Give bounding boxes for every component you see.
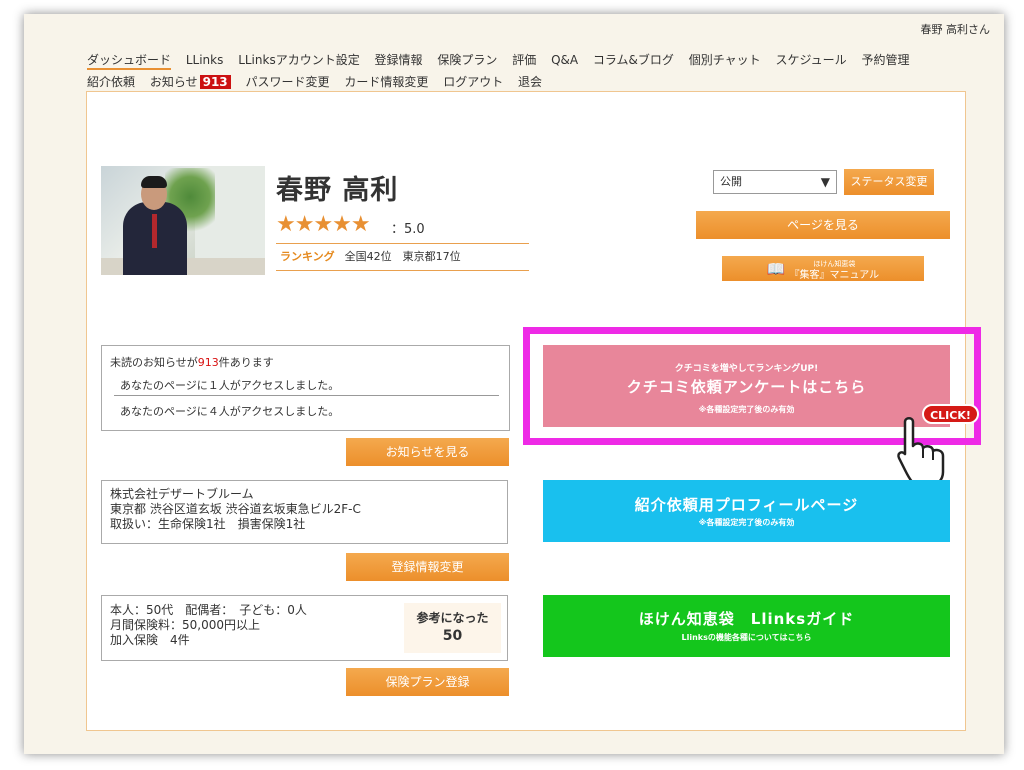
notice-suffix: 件あります bbox=[218, 356, 274, 369]
company-name: 株式会社デザートブルーム bbox=[110, 487, 254, 501]
review-main-text: クチコミ依頼アンケートはこちら bbox=[626, 378, 867, 396]
review-request-button[interactable]: クチコミを増やしてランキングUP! クチコミ依頼アンケートはこちら ※各種設定完… bbox=[543, 345, 950, 427]
nav-evaluation[interactable]: 評価 bbox=[512, 53, 536, 67]
divider bbox=[114, 395, 499, 396]
helpful-label: 参考になった bbox=[416, 611, 489, 625]
company-handling: 取扱い：生命保険1社 損害保険1社 bbox=[110, 517, 306, 531]
notice-summary: 未読のお知らせが913件あります bbox=[110, 354, 274, 370]
nav-insurance-plan[interactable]: 保険プラン bbox=[437, 53, 497, 67]
nav-llinks[interactable]: LLinks bbox=[186, 53, 224, 67]
nav-dashboard[interactable]: ダッシュボード bbox=[87, 53, 172, 70]
profile-name: 春野 高利 bbox=[276, 175, 399, 206]
book-icon: 📖 bbox=[766, 260, 786, 278]
helpful-badge: 参考になった 50 bbox=[404, 603, 501, 653]
main-nav: ダッシュボード LLinks LLinksアカウント設定 登録情報 保険プラン … bbox=[87, 52, 920, 70]
profile-photo bbox=[101, 166, 265, 275]
ranking-label: ランキング bbox=[280, 250, 335, 263]
rating-value: ：5.0 bbox=[391, 222, 425, 237]
plan-box: 本人：50代 配偶者： 子ども：0人 月間保険料：50,000円以上 加入保険 … bbox=[101, 595, 508, 661]
nav-notices-label: お知らせ bbox=[149, 75, 198, 89]
nav-referral[interactable]: 紹介依頼 bbox=[87, 75, 135, 89]
notice-prefix: 未読のお知らせが bbox=[110, 356, 198, 369]
review-top-text: クチコミを増やしてランキングUP! bbox=[674, 364, 819, 374]
helpful-count: 50 bbox=[442, 628, 463, 644]
view-notices-button[interactable]: お知らせを見る bbox=[346, 438, 509, 466]
nav-schedule[interactable]: スケジュール bbox=[775, 53, 846, 67]
click-badge: CLICK! bbox=[922, 404, 979, 424]
user-name: 春野 高利さん bbox=[920, 23, 991, 36]
referral-main-text: 紹介依頼用プロフィールページ bbox=[634, 496, 859, 514]
manual-button[interactable]: 📖 ほけん知恵袋『集客』マニュアル bbox=[722, 256, 924, 281]
manual-label: 『集客』マニュアル bbox=[789, 270, 880, 281]
nav-notices[interactable]: お知らせ 913 bbox=[150, 75, 231, 89]
nav-qa[interactable]: Q&A bbox=[551, 53, 578, 67]
company-info-box: 株式会社デザートブルーム 東京都 渋谷区道玄坂 渋谷道玄坂東急ビル2F-C 取扱… bbox=[101, 480, 508, 544]
nav-llinks-account[interactable]: LLinksアカウント設定 bbox=[238, 53, 360, 67]
edit-registration-button[interactable]: 登録情報変更 bbox=[346, 553, 509, 581]
nav-chat[interactable]: 個別チャット bbox=[689, 53, 761, 67]
company-address: 東京都 渋谷区道玄坂 渋谷道玄坂東急ビル2F-C bbox=[110, 502, 361, 516]
notice-item[interactable]: あなたのページに４人がアクセスしました。 bbox=[120, 403, 339, 419]
notice-box: 未読のお知らせが913件あります あなたのページに１人がアクセスしました。 あな… bbox=[101, 345, 510, 431]
main-nav-row2: 紹介依頼 お知らせ 913 パスワード変更 カード情報変更 ログアウト 退会 bbox=[87, 74, 553, 90]
nav-column-blog[interactable]: コラム&ブログ bbox=[593, 53, 674, 67]
ranking-bar: ランキング 全国42位 東京都17位 bbox=[276, 243, 529, 271]
nav-password[interactable]: パスワード変更 bbox=[246, 75, 330, 89]
notice-item[interactable]: あなたのページに１人がアクセスしました。 bbox=[120, 377, 339, 393]
guide-note: Llinksの機能各種についてはこちら bbox=[681, 633, 812, 642]
dropdown-arrow-icon: ▼ bbox=[820, 175, 830, 189]
nav-reservation[interactable]: 予約管理 bbox=[861, 53, 909, 67]
ranking-text: 全国42位 東京都17位 bbox=[344, 250, 461, 263]
referral-note: ※各種設定完了後のみ有効 bbox=[698, 518, 795, 527]
rating-stars-icon: ★★★★★ bbox=[276, 212, 371, 237]
nav-card[interactable]: カード情報変更 bbox=[344, 75, 428, 89]
notice-count-badge: 913 bbox=[199, 75, 231, 89]
nav-withdraw[interactable]: 退会 bbox=[518, 75, 542, 89]
referral-profile-button[interactable]: 紹介依頼用プロフィールページ ※各種設定完了後のみ有効 bbox=[543, 480, 950, 542]
status-select-value: 公開 bbox=[720, 175, 742, 188]
status-change-button[interactable]: ステータス変更 bbox=[844, 169, 934, 195]
notice-count: 913 bbox=[197, 356, 219, 369]
guide-main-text: ほけん知恵袋 Llinksガイド bbox=[638, 610, 855, 628]
review-note: ※各種設定完了後のみ有効 bbox=[698, 405, 795, 414]
manual-top-label: ほけん知恵袋 bbox=[813, 260, 856, 268]
guide-button[interactable]: ほけん知恵袋 Llinksガイド Llinksの機能各種についてはこちら bbox=[543, 595, 950, 657]
nav-registration[interactable]: 登録情報 bbox=[375, 53, 423, 67]
nav-logout[interactable]: ログアウト bbox=[443, 75, 503, 89]
status-select[interactable]: 公開 ▼ bbox=[713, 170, 837, 194]
register-plan-button[interactable]: 保険プラン登録 bbox=[346, 668, 509, 696]
view-page-button[interactable]: ページを見る bbox=[696, 211, 950, 239]
